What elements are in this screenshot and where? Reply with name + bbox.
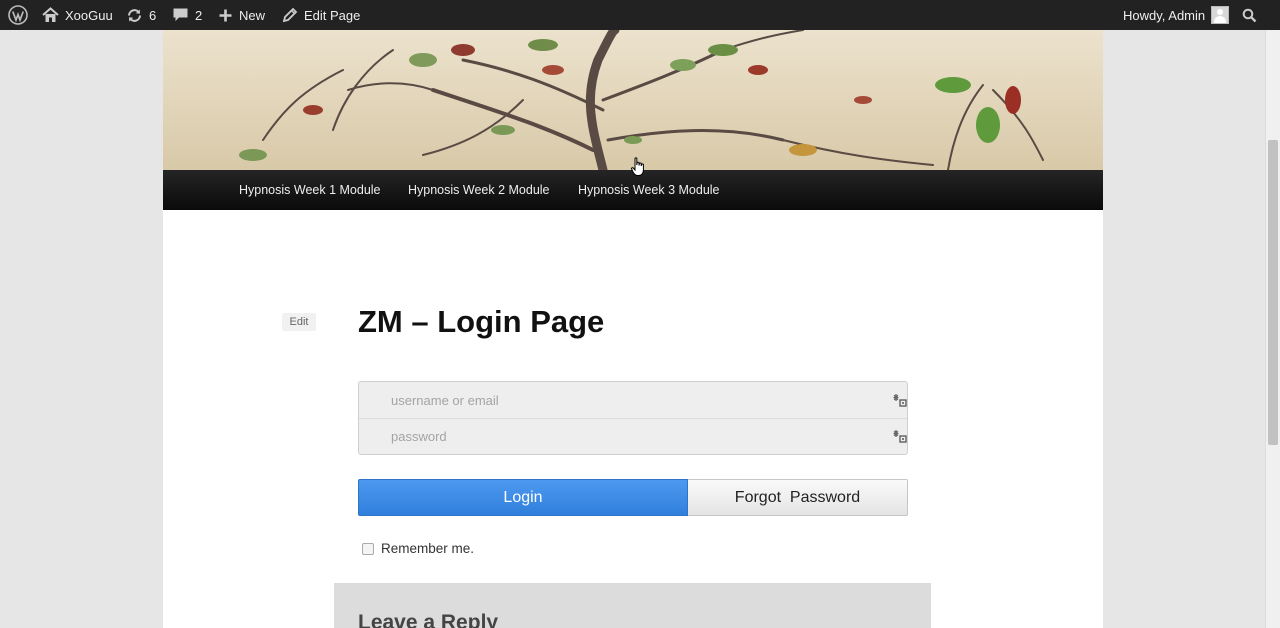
scrollbar-thumb[interactable]: [1268, 140, 1278, 445]
comment-respond: Leave a Reply: [334, 583, 931, 628]
hand-cursor-icon: [631, 157, 645, 182]
key-icon: [893, 429, 907, 443]
comments-menu[interactable]: 2: [172, 0, 202, 30]
home-icon: [42, 7, 59, 23]
page-scrollbar[interactable]: [1265, 30, 1280, 628]
remember-me-checkbox[interactable]: [362, 542, 374, 555]
login-button-group: Login Forgot Password: [358, 479, 908, 517]
login-button[interactable]: Login: [358, 479, 688, 516]
remember-me: Remember me.: [362, 541, 474, 556]
nav-item-week-2[interactable]: Hypnosis Week 2 Module: [408, 170, 550, 210]
comments-count: 2: [195, 7, 203, 23]
avatar-icon: [1211, 6, 1230, 24]
admin-search-button[interactable]: [1242, 0, 1257, 30]
site-name-label: XooGuu: [65, 7, 113, 23]
page-content: Hypnosis Week 1 Module Hypnosis Week 2 M…: [163, 30, 1103, 628]
pencil-icon: [282, 7, 298, 23]
updates-menu[interactable]: 6: [126, 0, 156, 30]
username-row: [359, 382, 907, 419]
edit-page-link[interactable]: Edit Page: [282, 0, 360, 30]
key-icon: [893, 393, 907, 407]
page-title: ZM – Login Page: [358, 304, 605, 339]
greeting-label: Howdy, Admin: [1123, 7, 1206, 23]
login-fields: [358, 381, 908, 455]
password-row: [359, 418, 907, 454]
username-input[interactable]: [359, 382, 879, 418]
my-account-menu[interactable]: Howdy, Admin: [1123, 0, 1230, 30]
site-name-menu[interactable]: XooGuu: [42, 0, 113, 30]
password-input[interactable]: [359, 418, 879, 454]
search-icon: [1242, 8, 1257, 23]
updates-count: 6: [149, 7, 157, 23]
new-content-menu[interactable]: New: [218, 0, 265, 30]
plus-icon: [218, 8, 233, 23]
remember-me-label: Remember me.: [381, 541, 475, 556]
edit-post-link[interactable]: Edit: [282, 313, 316, 331]
comments-icon: [172, 7, 189, 23]
admin-bar: XooGuu 6 2 New Edit Page Howdy, Admin: [0, 0, 1280, 30]
nav-item-week-3[interactable]: Hypnosis Week 3 Module: [578, 170, 720, 210]
wordpress-logo-menu[interactable]: [8, 0, 28, 30]
nav-item-week-1[interactable]: Hypnosis Week 1 Module: [239, 170, 381, 210]
edit-page-label: Edit Page: [304, 7, 361, 23]
header-image: [163, 30, 1103, 170]
wordpress-icon: [8, 5, 28, 25]
updates-icon: [126, 7, 143, 24]
reply-heading: Leave a Reply: [358, 611, 499, 628]
forgot-password-button[interactable]: Forgot Password: [688, 479, 908, 516]
new-label: New: [239, 7, 266, 23]
